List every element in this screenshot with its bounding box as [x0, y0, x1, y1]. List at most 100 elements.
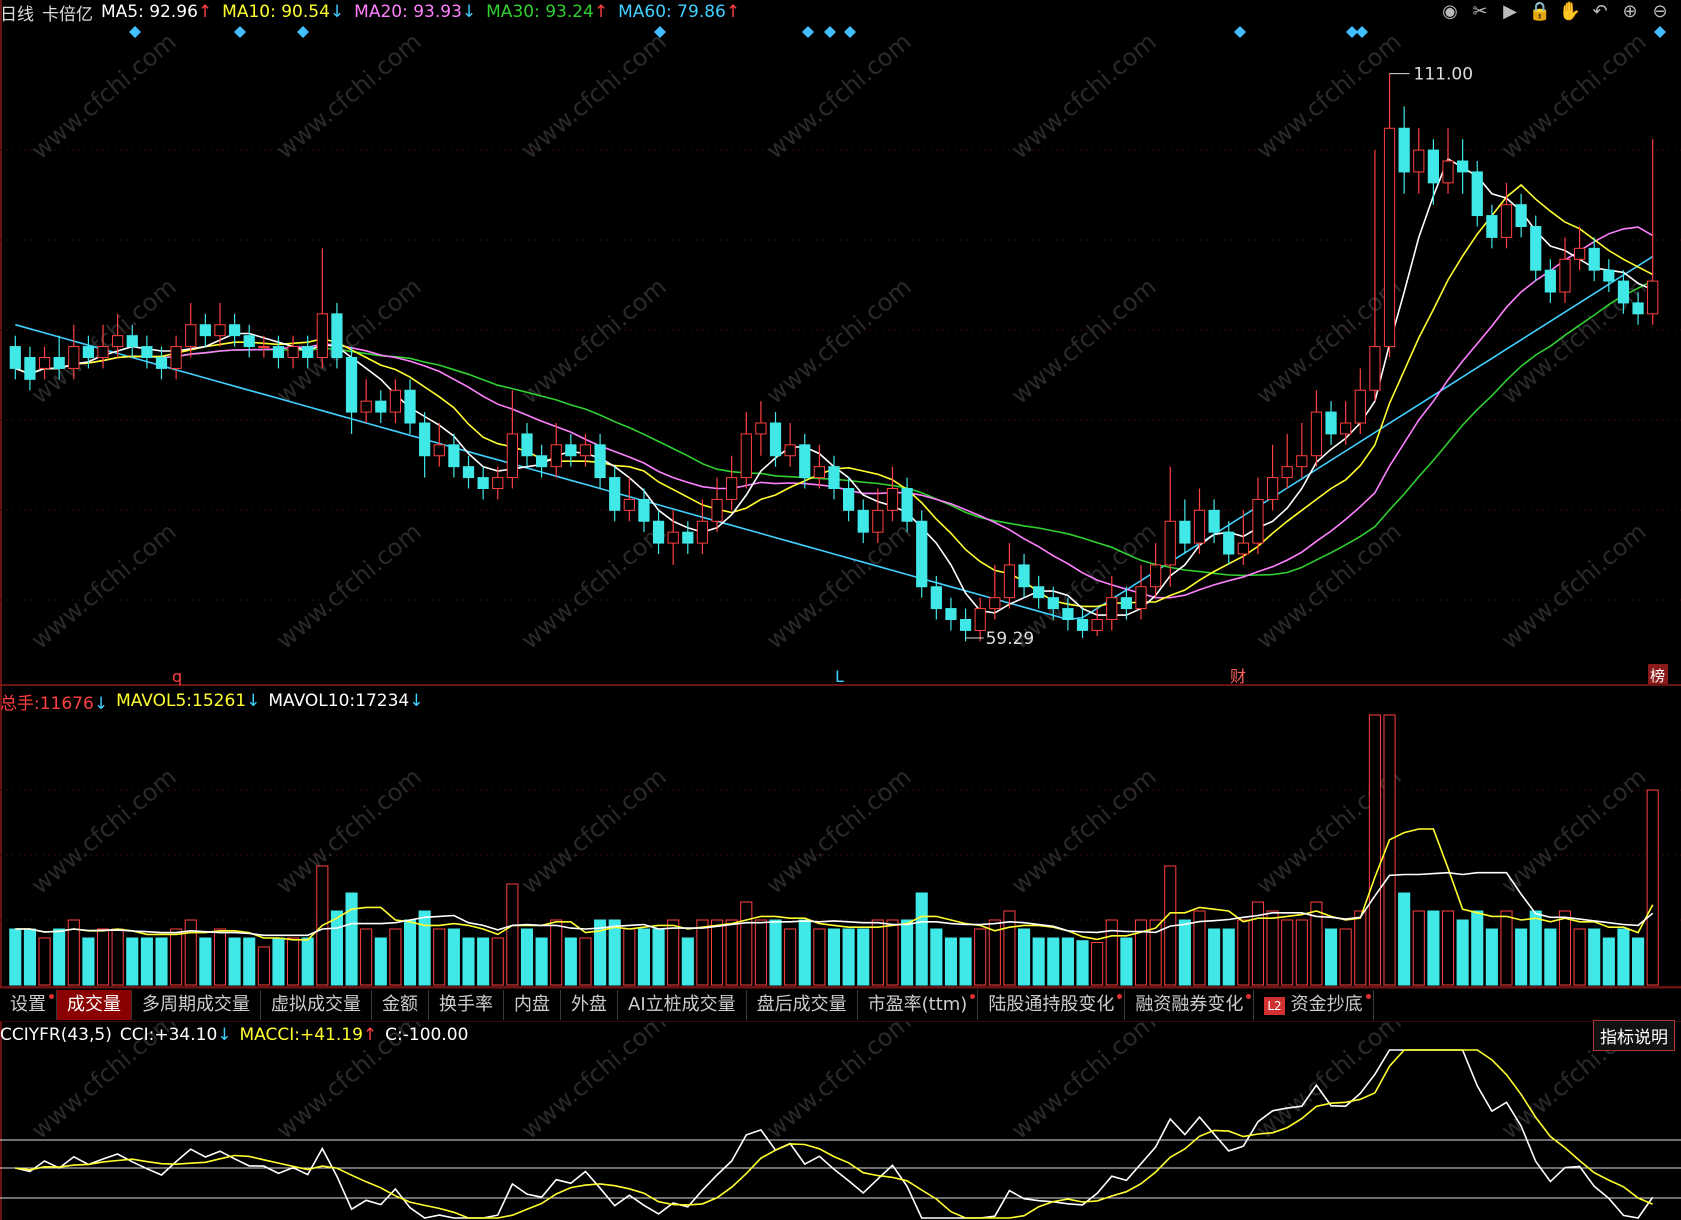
volume-bar	[740, 901, 753, 986]
volume-bar	[1222, 928, 1235, 986]
volume-bar	[1588, 928, 1601, 986]
tab-12[interactable]: 融资融券变化	[1125, 990, 1255, 1020]
candle-body	[1530, 226, 1542, 271]
candle-body	[1310, 411, 1323, 457]
ma-legend-item: MA30: 93.24↑	[486, 2, 609, 22]
macci-label: MACCI:	[239, 1025, 300, 1045]
volume-bar	[23, 928, 36, 986]
candle-body	[989, 597, 1001, 610]
candle-body	[1559, 258, 1571, 293]
tab-label: 虚拟成交量	[271, 994, 361, 1015]
volume-bar	[1617, 928, 1630, 986]
volume-bar	[520, 928, 534, 986]
tab-10[interactable]: 市盈率(ttm)	[858, 990, 979, 1020]
volume-bar	[1120, 937, 1133, 986]
indicator-help-button[interactable]: 指标说明	[1593, 1020, 1675, 1051]
tab-label: 成交量	[67, 994, 121, 1015]
candle-body	[1413, 149, 1425, 173]
tab-6[interactable]: 内盘	[504, 990, 561, 1020]
tab-1[interactable]: 成交量	[57, 990, 132, 1020]
mavol5-value: 15261	[192, 691, 247, 711]
volume-bar	[1471, 910, 1484, 986]
volume-bar	[243, 937, 256, 986]
tab-label: 陆股通持股变化	[988, 994, 1115, 1015]
tab-9[interactable]: 盘后成交量	[747, 990, 858, 1020]
tab-4[interactable]: 金额	[372, 990, 429, 1020]
volume-bar	[1368, 714, 1381, 986]
candle-body	[930, 586, 942, 610]
tab-11[interactable]: 陆股通持股变化	[978, 990, 1126, 1020]
watermark: www.cfchi.com	[1006, 1007, 1162, 1144]
marker-l: L	[835, 667, 844, 686]
marker-cai: 财	[1230, 667, 1246, 686]
candle-body	[1573, 247, 1586, 260]
volume-bar	[1178, 919, 1191, 986]
candle-body	[1647, 280, 1659, 315]
scissors-icon[interactable]: ✂	[1469, 0, 1491, 22]
candle-body	[828, 466, 840, 489]
marker-q: q	[172, 667, 182, 686]
watermark: www.cfchi.com	[26, 27, 182, 164]
volume-legend: 总手: 11676↓ MAVOL5: 15261↓ MAVOL10: 17234…	[0, 690, 424, 714]
candle-body	[565, 444, 577, 457]
mavol10-arrow: ↓	[409, 691, 424, 711]
hand-icon[interactable]: ✋	[1559, 0, 1581, 22]
candle-body	[199, 324, 211, 337]
lock-icon[interactable]: 🔒	[1529, 0, 1551, 22]
tab-2[interactable]: 多周期成交量	[132, 990, 261, 1020]
volume-bar	[623, 928, 636, 986]
undo-icon[interactable]: ↶	[1589, 0, 1611, 22]
watermark: www.cfchi.com	[1496, 517, 1652, 654]
volume-bar	[710, 919, 724, 986]
candle-body	[1223, 531, 1235, 555]
ma-arrow: ↓	[461, 2, 477, 22]
eye-icon[interactable]: ◉	[1439, 0, 1461, 22]
event-diamond	[844, 26, 856, 38]
volume-bar	[257, 946, 270, 986]
candle-body	[1237, 542, 1249, 555]
volume-bar	[199, 937, 212, 986]
zoom-in-icon[interactable]: ⊕	[1619, 0, 1641, 22]
watermark: www.cfchi.com	[271, 27, 427, 164]
candle-body	[1179, 520, 1191, 544]
volume-bar	[637, 928, 651, 986]
tab-0[interactable]: 设置	[0, 990, 57, 1020]
l2-badge: L2	[1264, 997, 1285, 1015]
candle-body	[521, 433, 533, 457]
ma-legend-item: MA5: 92.96↑	[101, 2, 213, 22]
candle-body	[155, 357, 168, 369]
tab-5[interactable]: 换手率	[429, 990, 504, 1020]
volume-bar	[901, 919, 914, 986]
low-price-label: 59.29	[986, 629, 1035, 649]
tab-8[interactable]: AI立桩成交量	[618, 990, 747, 1020]
macci-value: +41.19	[300, 1025, 363, 1045]
candle-body	[1252, 498, 1264, 544]
macci-arrow: ↑	[362, 1025, 378, 1045]
zoom-out-icon[interactable]: ⊖	[1649, 0, 1671, 22]
candle-body	[1266, 477, 1279, 500]
candle-body	[82, 346, 95, 359]
candle-body	[1018, 564, 1030, 588]
volume-bar	[345, 892, 358, 986]
indicator-tabs: 设置 成交量 多周期成交量 虚拟成交量 金额 换手率 内盘 外盘 AI立桩成交量 盘后成交量 市盈率…	[0, 988, 1681, 1022]
tab-7[interactable]: 外盘	[561, 990, 618, 1020]
volume-bar	[652, 928, 665, 986]
tab-3[interactable]: 虚拟成交量	[261, 990, 372, 1020]
event-diamond	[297, 26, 309, 38]
candle-body	[228, 324, 241, 337]
volume-bar	[506, 883, 519, 986]
volume-bar	[126, 937, 139, 986]
play-icon[interactable]: ▶	[1499, 0, 1521, 22]
watermark: www.cfchi.com	[761, 1007, 917, 1144]
candle-body	[974, 608, 986, 631]
period-label[interactable]: 日线	[0, 0, 34, 25]
volume-bar	[360, 928, 373, 986]
cci-value: +34.10	[154, 1025, 218, 1045]
tab-label: 内盘	[514, 994, 550, 1015]
mavol5-label: MAVOL5:	[116, 691, 193, 711]
volume-bar	[842, 928, 855, 986]
tab-label: 市盈率(ttm)	[867, 994, 968, 1015]
volume-bar	[535, 937, 548, 986]
volume-bar	[433, 928, 446, 986]
tab-13[interactable]: L2 资金抄底	[1254, 990, 1374, 1020]
